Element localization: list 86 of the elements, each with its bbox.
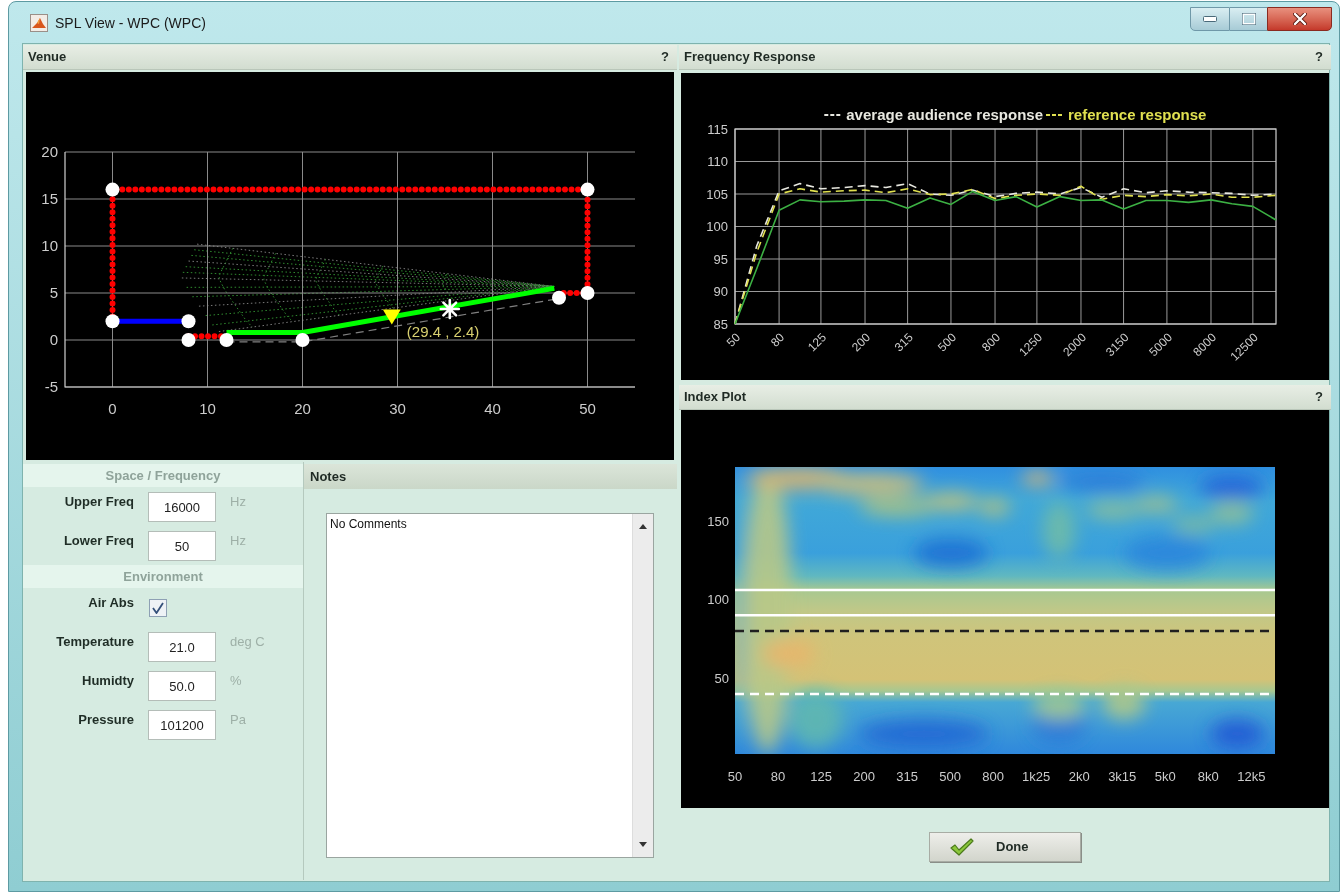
unit-label: deg C bbox=[230, 634, 265, 650]
minimize-icon bbox=[1203, 16, 1217, 22]
maximize-button[interactable] bbox=[1230, 7, 1267, 31]
axis-tick-label: 200 bbox=[853, 769, 875, 784]
axis-tick-label: -5 bbox=[44, 378, 58, 396]
axis-tick-label: 50 bbox=[723, 330, 744, 350]
up-arrow-icon[interactable] bbox=[639, 524, 647, 529]
axis-tick-label: 3k15 bbox=[1108, 769, 1137, 784]
axis-tick-label: 15 bbox=[41, 190, 58, 208]
axis-tick-label: 800 bbox=[979, 330, 1004, 355]
checkbox[interactable] bbox=[149, 599, 167, 617]
axis-tick-label: 100 bbox=[707, 592, 729, 608]
done-button[interactable]: Done bbox=[929, 832, 1081, 862]
value-field[interactable]: 21.0 bbox=[148, 632, 216, 662]
axis-tick-label: 315 bbox=[891, 330, 916, 355]
axis-tick-label: 800 bbox=[982, 769, 1004, 784]
value-field[interactable]: 50.0 bbox=[148, 671, 216, 701]
axis-tick-label: 110 bbox=[707, 154, 728, 170]
axis-tick-label: 85 bbox=[713, 316, 728, 332]
axis-tick-label: 50 bbox=[714, 671, 729, 687]
field-label: Humidty bbox=[81, 673, 134, 689]
window-title: SPL View - WPC (WPC) bbox=[55, 14, 206, 32]
panel-title: Index Plot bbox=[684, 388, 747, 407]
axis-tick-label: 50 bbox=[579, 400, 596, 417]
axis-tick-label: 115 bbox=[707, 121, 728, 137]
unit-label: Hz bbox=[230, 494, 246, 510]
axis-tick-label: 12k5 bbox=[1237, 769, 1266, 784]
help-button[interactable]: ? bbox=[661, 47, 672, 67]
notes-field[interactable]: No Comments bbox=[326, 513, 654, 858]
axis-tick-label: 90 bbox=[713, 284, 728, 300]
unit-label: % bbox=[230, 673, 242, 689]
axis-tick-label: 2k0 bbox=[1068, 769, 1090, 784]
axis-tick-label: 125 bbox=[810, 769, 832, 784]
unit-label: Hz bbox=[230, 533, 246, 549]
section-header: Environment bbox=[23, 565, 303, 588]
axis-tick-label: 500 bbox=[935, 330, 960, 355]
field-label: Temperature bbox=[55, 634, 134, 650]
axis-tick-label: 125 bbox=[805, 330, 830, 355]
axis-tick-label: 20 bbox=[294, 400, 311, 417]
annotation-label: (29.4 , 2.4) bbox=[406, 323, 480, 341]
field-label: Pressure bbox=[77, 712, 134, 728]
panel-title: Notes bbox=[310, 467, 347, 486]
axis-tick-label: 40 bbox=[484, 400, 501, 417]
axis-tick-label: 150 bbox=[707, 513, 729, 529]
help-button[interactable]: ? bbox=[1315, 47, 1326, 67]
axis-tick-label: 315 bbox=[896, 769, 918, 784]
help-button[interactable]: ? bbox=[1315, 387, 1326, 407]
axis-tick-label: 5k0 bbox=[1154, 769, 1176, 784]
axis-tick-label: 500 bbox=[939, 769, 961, 784]
axis-tick-label: 100 bbox=[706, 219, 728, 235]
axis-tick-label: 80 bbox=[770, 769, 786, 784]
scrollbar[interactable] bbox=[632, 514, 653, 857]
axis-tick-label: 80 bbox=[767, 330, 788, 350]
axis-tick-label: 5 bbox=[49, 284, 58, 302]
axis-tick-label: 0 bbox=[49, 331, 58, 349]
legend-label: reference response bbox=[1068, 106, 1207, 123]
axis-tick-label: 8k0 bbox=[1197, 769, 1219, 784]
axis-tick-label: 20 bbox=[41, 143, 58, 161]
axis-tick-label: 0 bbox=[108, 400, 117, 417]
unit-label: Pa bbox=[230, 712, 246, 728]
close-icon bbox=[1292, 13, 1307, 25]
app-icon bbox=[30, 14, 48, 32]
axis-tick-label: 1k25 bbox=[1022, 769, 1051, 784]
value-field[interactable]: 50 bbox=[148, 531, 216, 561]
field-label: Upper Freq bbox=[63, 494, 134, 510]
value-field[interactable]: 101200 bbox=[148, 710, 216, 740]
axis-tick-label: 105 bbox=[706, 186, 728, 202]
close-button[interactable] bbox=[1267, 7, 1332, 31]
panel-title: Frequency Response bbox=[684, 48, 816, 67]
panel-title: Venue bbox=[28, 48, 67, 67]
maximize-icon bbox=[1241, 13, 1256, 25]
field-label: Air Abs bbox=[87, 595, 134, 611]
axis-tick-label: 10 bbox=[199, 400, 216, 417]
value-field[interactable]: 16000 bbox=[148, 492, 216, 522]
tick-icon bbox=[152, 602, 164, 614]
axis-tick-label: 30 bbox=[389, 400, 406, 417]
down-arrow-icon[interactable] bbox=[639, 842, 647, 847]
axis-tick-label: 95 bbox=[713, 251, 728, 267]
legend-label: average audience response bbox=[846, 106, 1044, 123]
axis-tick-label: 10 bbox=[41, 237, 58, 255]
axis-tick-label: 50 bbox=[727, 769, 743, 784]
check-icon bbox=[950, 838, 974, 856]
axis-tick-label: 200 bbox=[849, 330, 874, 355]
field-label: Lower Freq bbox=[62, 533, 134, 549]
section-header: Space / Frequency bbox=[23, 464, 303, 487]
minimize-button[interactable] bbox=[1190, 7, 1230, 31]
